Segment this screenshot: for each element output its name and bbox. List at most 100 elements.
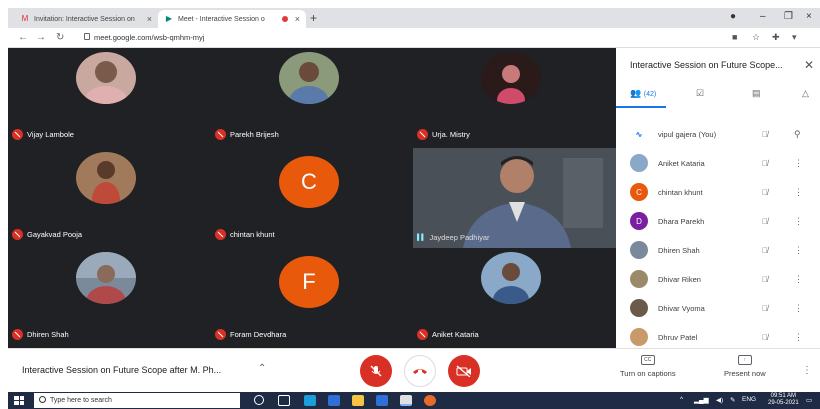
volume-icon[interactable]: ◀)	[716, 396, 723, 404]
mic-off-icon	[12, 129, 23, 140]
participant-name: vipul gajera (You)	[658, 129, 717, 139]
pin-icon[interactable]: ⚲	[794, 129, 801, 140]
file-explorer-icon[interactable]	[352, 395, 364, 406]
forward-icon[interactable]: →	[36, 32, 46, 43]
taskbar-search[interactable]: Type here to search	[34, 393, 240, 408]
participant-photo	[481, 252, 541, 304]
participant-tile[interactable]: F Foram Devdhara	[211, 248, 411, 344]
close-tab-icon[interactable]: ×	[295, 14, 300, 24]
language-indicator[interactable]: ENG	[742, 396, 756, 403]
participant-name: Dhivar Riken	[658, 274, 701, 284]
more-options-icon[interactable]: ⋮	[794, 274, 803, 285]
captions-button[interactable]: CC Turn on captions	[620, 355, 676, 378]
leave-call-button[interactable]	[404, 355, 436, 387]
participant-row[interactable]: Dhivar Riken 🎙̸ ⋮	[616, 265, 820, 293]
chevron-up-icon[interactable]: ⌃	[258, 363, 266, 374]
participant-row[interactable]: Aniket Kataria 🎙̸ ⋮	[616, 149, 820, 177]
active-speaker-video[interactable]: ▌▌ Jaydeep Padhiyar	[413, 148, 616, 248]
participant-row[interactable]: D Dhara Parekh 🎙̸ ⋮	[616, 207, 820, 235]
task-view-icon[interactable]	[278, 395, 290, 406]
bookmark-star-icon[interactable]: ☆	[752, 32, 760, 43]
participant-avatar: F	[279, 256, 339, 308]
more-options-icon[interactable]: ⋮	[794, 332, 803, 343]
more-options-icon[interactable]: ⋮	[794, 245, 803, 256]
meet-logo-avatar: ∿	[630, 125, 648, 143]
notifications-icon[interactable]: ▭	[806, 396, 812, 404]
mic-off-icon	[12, 329, 23, 340]
meeting-title[interactable]: Interactive Session on Future Scope afte…	[22, 365, 221, 375]
camera-permission-icon[interactable]: ■	[732, 32, 737, 42]
extensions-icon[interactable]: ✚	[772, 32, 780, 43]
participant-row[interactable]: C chintan khunt 🎙̸ ⋮	[616, 178, 820, 206]
tab-shapes[interactable]: △	[802, 88, 809, 99]
mic-off-icon: 🎙̸	[762, 332, 768, 342]
mic-off-icon	[12, 229, 23, 240]
mail-app-icon[interactable]	[328, 395, 340, 406]
camera-toggle-button[interactable]	[448, 355, 480, 387]
mic-toggle-button[interactable]	[360, 355, 392, 387]
participant-row[interactable]: Dhruv Patel 🎙̸ ⋮	[616, 323, 820, 351]
mic-off-icon	[417, 129, 428, 140]
tray-chevron-icon[interactable]: ^	[680, 396, 683, 403]
firefox-icon[interactable]	[424, 395, 436, 406]
more-options-icon[interactable]: ⋮	[794, 158, 803, 169]
participant-tile[interactable]: Aniket Kataria	[413, 248, 613, 344]
browser-window: M Invitation: Interactive Session on × ▶…	[8, 8, 820, 409]
store-icon[interactable]	[376, 395, 388, 406]
extension-icon[interactable]: ▾	[792, 32, 797, 43]
participant-avatar: D	[630, 212, 648, 230]
tab-chat[interactable]: ▤	[752, 88, 761, 99]
meeting-controls: Interactive Session on Future Scope afte…	[8, 348, 820, 392]
tab-people[interactable]: 👥 (42)	[630, 88, 656, 99]
more-options-icon[interactable]: ⋮	[794, 187, 803, 198]
mic-off-icon	[370, 365, 382, 377]
close-window-button[interactable]: ×	[806, 11, 812, 22]
minimize-button[interactable]: –	[760, 11, 766, 22]
close-panel-icon[interactable]: ✕	[804, 58, 814, 72]
chrome-icon[interactable]	[400, 395, 412, 406]
participant-name: Dhiren Shah	[658, 245, 700, 255]
captions-label: Turn on captions	[620, 369, 676, 378]
participant-name: Dhiren Shah	[27, 330, 69, 339]
tab-invitation[interactable]: M Invitation: Interactive Session on ×	[14, 10, 158, 28]
participant-avatar: C	[279, 156, 339, 208]
restore-button[interactable]: ❐	[784, 11, 793, 22]
profile-icon[interactable]: ●	[730, 11, 736, 22]
participant-tile[interactable]: C chintan khunt	[211, 148, 411, 244]
present-button[interactable]: ↑ Present now	[724, 355, 766, 378]
cortana-icon[interactable]	[254, 395, 264, 405]
people-panel: Interactive Session on Future Scope... ✕…	[616, 48, 820, 348]
participant-photo	[630, 270, 648, 288]
panel-title: Interactive Session on Future Scope...	[630, 60, 783, 70]
close-tab-icon[interactable]: ×	[147, 14, 152, 24]
participant-tile[interactable]: Gayakvad Pooja	[8, 148, 208, 244]
edge-icon[interactable]	[304, 395, 316, 406]
back-icon[interactable]: ←	[18, 32, 28, 43]
more-options-icon[interactable]: ⋮	[794, 216, 803, 227]
windows-start-icon[interactable]	[14, 396, 24, 405]
mic-off-icon	[215, 129, 226, 140]
more-options-icon[interactable]: ⋮	[794, 303, 803, 314]
more-options-icon[interactable]: ⋮	[802, 365, 812, 376]
participant-row[interactable]: Dhiren Shah 🎙̸ ⋮	[616, 236, 820, 264]
url-field[interactable]: meet.google.com/wsb-qmhm-myj	[94, 33, 204, 42]
participant-row[interactable]: ∿ vipul gajera (You) 🎙̸ ⚲	[616, 120, 820, 148]
participant-name: Dhivar Vyoma	[658, 303, 705, 313]
mic-off-icon	[417, 329, 428, 340]
mic-off-icon	[215, 329, 226, 340]
search-icon	[39, 396, 46, 403]
participant-tile[interactable]: Urja. Mistry	[413, 48, 613, 144]
participant-name: Gayakvad Pooja	[27, 230, 83, 239]
network-icon[interactable]: ▂▄▆	[694, 396, 709, 404]
tab-meet[interactable]: ▶ Meet - Interactive Session o ×	[158, 10, 306, 28]
chat-icon: ▤	[752, 88, 761, 98]
taskbar-clock[interactable]: 09:51 AM 29-05-2021	[768, 393, 799, 407]
participant-row[interactable]: Dhivar Vyoma 🎙̸ ⋮	[616, 294, 820, 322]
pen-icon[interactable]: ✎	[730, 396, 735, 404]
participant-tile[interactable]: Dhiren Shah	[8, 248, 208, 344]
tab-activities[interactable]: ☑	[696, 88, 704, 99]
new-tab-button[interactable]: +	[310, 11, 317, 25]
participant-tile[interactable]: Vijay Lambole	[8, 48, 208, 144]
participant-tile[interactable]: Parekh Brijesh	[211, 48, 411, 144]
reload-icon[interactable]: ↻	[56, 32, 64, 43]
